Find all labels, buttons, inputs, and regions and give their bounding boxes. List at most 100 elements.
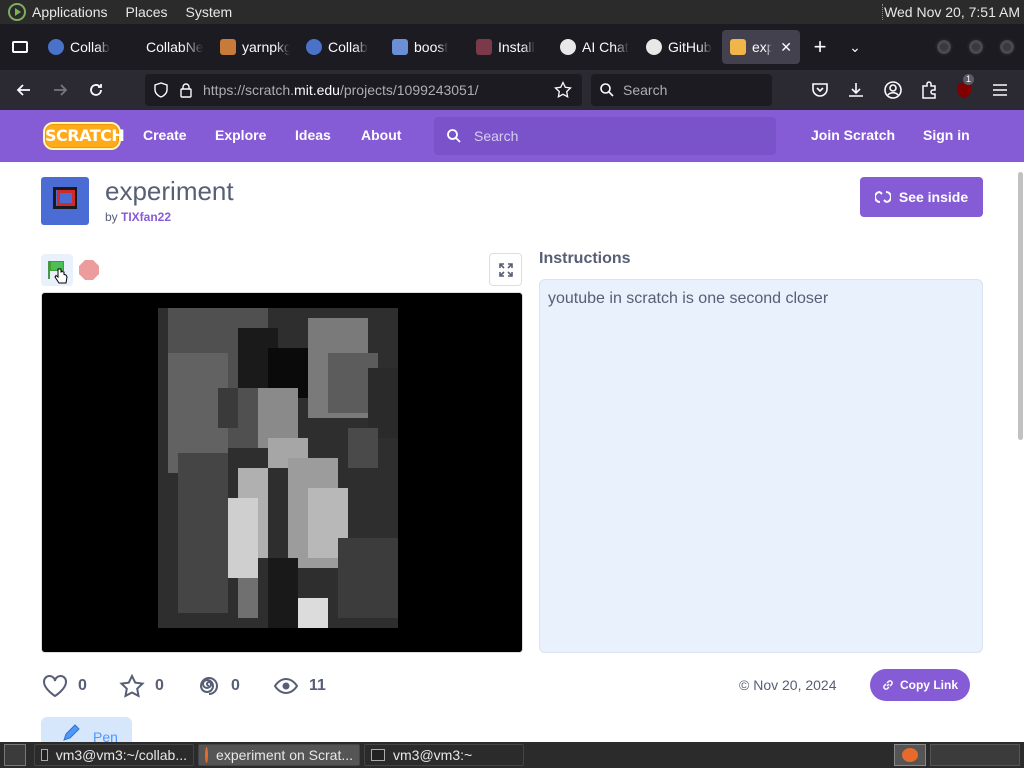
terminal-icon <box>41 749 48 761</box>
scratch-search-placeholder: Search <box>474 128 519 144</box>
arrow-right-icon <box>54 84 68 96</box>
pen-icon <box>63 724 80 741</box>
nav-create[interactable]: Create <box>143 127 187 143</box>
scratch-favicon-icon <box>730 39 746 55</box>
yarn-favicon-icon <box>220 39 236 55</box>
browser-tab-bar: Collab CollabNet yarnpkg Collab boost In… <box>0 24 1024 70</box>
url-path: /projects/1099243051/ <box>339 82 479 98</box>
page-scrollbar-thumb[interactable] <box>1018 172 1023 440</box>
nav-about[interactable]: About <box>361 127 401 143</box>
pocket-icon[interactable] <box>810 80 830 100</box>
tab-collab-2[interactable]: Collab <box>298 30 384 64</box>
hamburger-menu-icon[interactable] <box>990 80 1010 100</box>
taskbar-terminal-home[interactable]: vm3@vm3:~ <box>364 744 524 766</box>
firefox-view-button[interactable] <box>0 24 40 70</box>
panel-clock[interactable]: Wed Nov 20, 7:51 AM <box>884 4 1020 20</box>
menu-places[interactable]: Places <box>126 4 168 20</box>
love-count[interactable]: 0 <box>42 674 87 698</box>
reload-icon <box>90 84 102 96</box>
list-all-tabs-button[interactable]: ⌄ <box>840 39 870 56</box>
heart-icon <box>43 675 67 698</box>
applications-logo-icon[interactable] <box>8 3 26 21</box>
taskbar-firefox-experiment[interactable]: experiment on Scrat... <box>198 744 360 766</box>
window-maximize-button[interactable] <box>967 38 985 56</box>
boost-favicon-icon <box>392 39 408 55</box>
lock-icon[interactable] <box>179 82 193 98</box>
stop-button[interactable] <box>79 260 99 280</box>
window-minimize-button[interactable] <box>935 38 953 56</box>
favorite-count[interactable]: 0 <box>119 674 164 698</box>
remix-count: 0 <box>197 674 240 698</box>
green-flag-button[interactable] <box>41 254 73 286</box>
firefox-view-icon <box>12 41 28 53</box>
terminal-icon <box>371 749 385 761</box>
bookmark-star-icon[interactable] <box>554 81 572 99</box>
install-favicon-icon <box>476 39 492 55</box>
remix-spiral-icon <box>199 677 218 695</box>
tab-collab-1[interactable]: Collab <box>40 30 126 64</box>
menu-system[interactable]: System <box>186 4 233 20</box>
see-inside-button[interactable]: See inside <box>860 177 983 217</box>
search-favicon-icon <box>306 39 322 55</box>
search-icon <box>447 129 461 143</box>
tab-boost[interactable]: boost <box>384 30 468 64</box>
ai-chat-favicon-icon <box>560 39 576 55</box>
arrow-left-icon <box>16 84 30 96</box>
account-icon[interactable] <box>883 80 903 100</box>
tab-install[interactable]: Install <box>468 30 552 64</box>
copyright-icon: © <box>739 677 750 693</box>
nav-ideas[interactable]: Ideas <box>295 127 331 143</box>
instructions-box: youtube in scratch is one second closer <box>539 279 983 653</box>
project-title: experiment <box>105 176 234 206</box>
browser-navigation-bar: https://scratch. mit.edu/projects/1099243… <box>0 70 1024 110</box>
instructions-text: youtube in scratch is one second closer <box>548 290 829 307</box>
project-author-line: by TIXfan22 <box>105 210 172 224</box>
sign-in-link[interactable]: Sign in <box>923 127 970 143</box>
close-tab-icon[interactable]: ✕ <box>780 39 792 56</box>
tab-experiment-active[interactable]: experiment ✕ <box>722 30 800 64</box>
tab-github[interactable]: GitHub <box>638 30 722 64</box>
reload-button[interactable] <box>78 70 114 110</box>
scratch-logo[interactable]: SCRATCH <box>43 122 125 150</box>
new-tab-button[interactable]: + <box>800 34 840 60</box>
workspace-empty[interactable] <box>930 744 1020 766</box>
nav-explore[interactable]: Explore <box>215 127 266 143</box>
join-scratch-link[interactable]: Join Scratch <box>811 127 895 143</box>
forward-button[interactable] <box>42 70 78 110</box>
project-stage[interactable] <box>41 292 523 653</box>
search-favicon-icon <box>48 39 64 55</box>
project-thumbnail <box>41 177 89 225</box>
view-count: 11 <box>273 674 326 698</box>
workspace-switcher[interactable] <box>894 744 926 766</box>
star-icon <box>119 674 145 698</box>
instructions-heading: Instructions <box>539 250 631 267</box>
ublock-extension-button[interactable]: 1 <box>954 74 975 100</box>
tab-collabnet[interactable]: CollabNet <box>126 30 212 64</box>
taskbar-terminal-collab[interactable]: vm3@vm3:~/collab... <box>34 744 194 766</box>
gnome-top-panel: Applications Places System Wed Nov 20, 7… <box>0 0 1024 24</box>
tab-ai-chat[interactable]: AI Chat <box>552 30 638 64</box>
copy-link-button[interactable]: Copy Link <box>870 669 970 701</box>
gnome-bottom-panel: vm3@vm3:~/collab... experiment on Scrat.… <box>0 742 1024 768</box>
fullscreen-button[interactable] <box>489 253 522 286</box>
back-button[interactable] <box>6 70 42 110</box>
shield-icon[interactable] <box>153 82 169 98</box>
fullscreen-icon <box>498 262 513 277</box>
extension-pen-chip[interactable]: Pen <box>41 717 132 742</box>
browser-search-field[interactable]: Search <box>591 74 772 106</box>
tab-yarnpkg[interactable]: yarnpkg <box>212 30 298 64</box>
url-host: https://scratch. <box>203 82 295 98</box>
extensions-puzzle-icon[interactable] <box>919 80 939 100</box>
author-link[interactable]: TIXfan22 <box>121 210 171 224</box>
url-bar[interactable]: https://scratch. mit.edu/projects/1099243… <box>145 74 582 106</box>
downloads-icon[interactable] <box>846 80 866 100</box>
menu-applications[interactable]: Applications <box>32 4 108 20</box>
show-desktop-icon[interactable] <box>4 744 26 766</box>
scratch-search-input[interactable]: Search <box>434 117 776 155</box>
window-close-button[interactable] <box>998 38 1016 56</box>
github-favicon-icon <box>646 39 662 55</box>
link-icon <box>883 680 893 690</box>
hand-cursor-icon <box>54 268 68 284</box>
firefox-icon <box>205 747 209 763</box>
url-domain: mit.edu <box>294 82 340 98</box>
